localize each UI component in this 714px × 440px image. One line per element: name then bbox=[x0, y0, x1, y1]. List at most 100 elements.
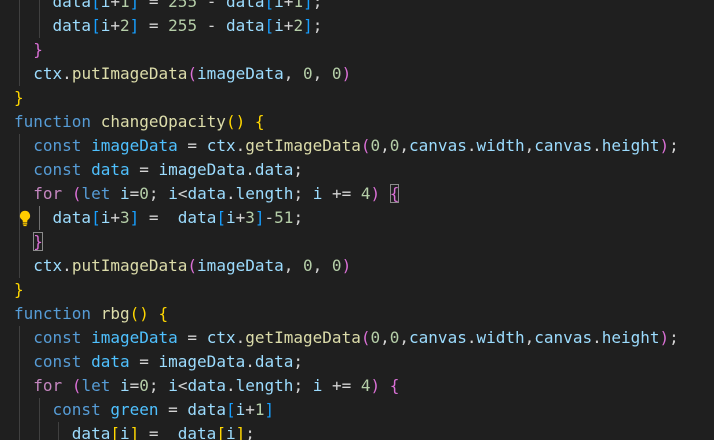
code-token: - bbox=[197, 0, 226, 11]
code-line[interactable]: data[i+1] = 255 - data[i+1]; bbox=[0, 0, 714, 14]
code-token: i bbox=[120, 376, 130, 395]
code-token: height bbox=[601, 328, 660, 347]
code-token: 3 bbox=[245, 208, 255, 227]
code-line[interactable]: function changeOpacity() { bbox=[0, 110, 714, 134]
code-token: 0 bbox=[331, 256, 342, 275]
code-token: 1 bbox=[119, 0, 130, 11]
code-token: ; bbox=[669, 328, 679, 347]
code-line-text: function rbg() { bbox=[14, 302, 168, 326]
code-token: data bbox=[254, 160, 294, 179]
code-line[interactable]: } bbox=[0, 86, 714, 110]
code-line-text: data[i] = data[i]; bbox=[14, 422, 255, 440]
code-token: imageData bbox=[158, 160, 246, 179]
code-token: 0 bbox=[370, 328, 381, 347]
code-token: data bbox=[187, 184, 226, 203]
code-line[interactable]: } bbox=[0, 38, 714, 62]
code-line-text: const green = data[i+1] bbox=[14, 398, 275, 422]
code-token: 3 bbox=[119, 208, 130, 227]
code-token: ( bbox=[71, 376, 82, 395]
code-token: imageData bbox=[91, 328, 178, 347]
code-token: + bbox=[235, 208, 246, 227]
code-token: += bbox=[322, 376, 361, 395]
code-line-text: } bbox=[14, 86, 24, 110]
code-token: ; bbox=[669, 136, 679, 155]
code-line-text: } bbox=[14, 230, 43, 254]
code-line[interactable]: function rbg() { bbox=[0, 302, 714, 326]
code-token: ] bbox=[129, 208, 140, 227]
code-token: = bbox=[139, 16, 169, 35]
code-token: i bbox=[100, 0, 111, 11]
code-token: + bbox=[283, 16, 294, 35]
code-token: = bbox=[129, 184, 140, 203]
code-token: [ bbox=[216, 208, 226, 227]
code-editor[interactable]: data[i+1] = 255 - data[i+1]; data[i+2] =… bbox=[0, 0, 714, 440]
code-token: i bbox=[225, 208, 236, 227]
code-token: . bbox=[235, 328, 246, 347]
code-token: () bbox=[225, 112, 246, 131]
code-token: data bbox=[254, 352, 294, 371]
code-token: } bbox=[14, 88, 24, 107]
code-token: i bbox=[225, 424, 236, 440]
code-token: 1 bbox=[293, 0, 304, 11]
code-token: { bbox=[254, 112, 265, 131]
code-line[interactable]: const green = data[i+1] bbox=[0, 398, 714, 422]
code-token: = bbox=[139, 424, 178, 440]
code-token: getImageData bbox=[245, 136, 361, 155]
code-token: ctx bbox=[33, 256, 63, 275]
code-token: i bbox=[119, 424, 130, 440]
code-token: = bbox=[177, 136, 207, 155]
code-token: = bbox=[177, 328, 207, 347]
code-token: ] bbox=[235, 424, 246, 440]
code-line[interactable]: data[i] = data[i]; bbox=[0, 422, 714, 440]
code-token: const bbox=[33, 352, 82, 371]
code-line-text: function changeOpacity() { bbox=[14, 110, 264, 134]
code-token: imageData bbox=[91, 136, 178, 155]
code-line[interactable]: ctx.putImageData(imageData, 0, 0) bbox=[0, 62, 714, 86]
code-token: canvas bbox=[409, 328, 467, 347]
code-token: + bbox=[245, 400, 255, 419]
code-line[interactable]: data[i+2] = 255 - data[i+2]; bbox=[0, 14, 714, 38]
code-token: , bbox=[380, 328, 390, 347]
code-line[interactable]: } bbox=[0, 278, 714, 302]
code-line[interactable]: data[i+3] = data[i+3]-51; bbox=[0, 206, 714, 230]
code-line[interactable]: const data = imageData.data; bbox=[0, 158, 714, 182]
code-token: 0 bbox=[389, 328, 400, 347]
code-line[interactable]: const data = imageData.data; bbox=[0, 350, 714, 374]
code-line[interactable]: const imageData = ctx.getImageData(0,0,c… bbox=[0, 326, 714, 350]
code-token: + bbox=[283, 0, 294, 11]
code-token: } bbox=[33, 40, 43, 59]
code-token: imageData bbox=[197, 64, 284, 83]
code-token: ; bbox=[312, 16, 323, 35]
code-line-text: data[i+2] = 255 - data[i+2]; bbox=[14, 14, 323, 38]
code-line[interactable]: ctx.putImageData(imageData, 0, 0) bbox=[0, 254, 714, 278]
code-token: [ bbox=[225, 400, 236, 419]
code-token: , bbox=[312, 64, 332, 83]
code-line[interactable]: const imageData = ctx.getImageData(0,0,c… bbox=[0, 134, 714, 158]
code-token: i bbox=[235, 400, 246, 419]
code-token: ( bbox=[187, 64, 198, 83]
code-token: putImageData bbox=[71, 256, 188, 275]
code-token: } bbox=[33, 232, 43, 251]
code-token: imageData bbox=[158, 352, 246, 371]
code-line[interactable]: for (let i=0; i<data.length; i += 4) { bbox=[0, 182, 714, 206]
code-token: function bbox=[14, 304, 92, 323]
code-token: ; bbox=[148, 184, 169, 203]
code-token: = bbox=[129, 160, 159, 179]
code-token: width bbox=[476, 136, 525, 155]
code-token: { bbox=[389, 376, 400, 395]
code-line-text: for (let i=0; i<data.length; i += 4) { bbox=[14, 374, 399, 398]
code-token: const bbox=[33, 328, 82, 347]
code-token: . bbox=[226, 184, 236, 203]
code-token: = bbox=[129, 376, 140, 395]
code-token: 4 bbox=[360, 376, 371, 395]
code-token: ( bbox=[71, 184, 82, 203]
code-line-text: const imageData = ctx.getImageData(0,0,c… bbox=[14, 134, 679, 158]
code-token: length bbox=[235, 184, 294, 203]
code-line[interactable]: } bbox=[0, 230, 714, 254]
code-line[interactable]: for (let i=0; i<data.length; i += 4) { bbox=[0, 374, 714, 398]
